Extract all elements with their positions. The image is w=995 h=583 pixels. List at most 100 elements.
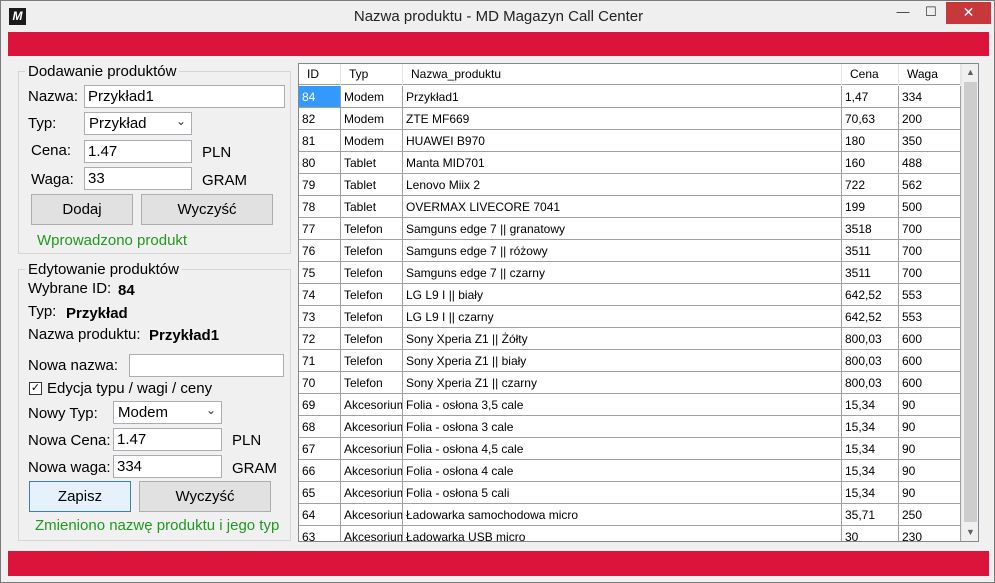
- table-row[interactable]: 75 Telefon Samguns edge 7 || czarny 3511 700: [299, 262, 961, 284]
- table-cell-type[interactable]: Tablet: [341, 196, 403, 218]
- table-row[interactable]: 64 Akcesorium Ładowarka samochodowa micro 3…: [299, 504, 961, 526]
- add-name-input[interactable]: Przykład1: [84, 85, 285, 108]
- table-cell-id[interactable]: 72: [299, 328, 341, 350]
- table-cell-weight[interactable]: 553: [899, 284, 961, 306]
- table-cell-weight[interactable]: 600: [899, 372, 961, 394]
- table-cell-type[interactable]: Akcesorium: [341, 416, 403, 438]
- table-cell-price[interactable]: 35,71: [842, 504, 899, 526]
- table-row[interactable]: 82 Modem ZTE MF669 70,63 200: [299, 108, 961, 130]
- table-cell-type[interactable]: Telefon: [341, 284, 403, 306]
- table-row[interactable]: 66 Akcesorium Folia - osłona 4 cale 15,34 90: [299, 460, 961, 482]
- table-cell-name[interactable]: LG L9 I || czarny: [403, 306, 842, 328]
- new-name-input[interactable]: [129, 354, 284, 377]
- table-cell-name[interactable]: Folia - osłona 3,5 cale: [403, 394, 842, 416]
- table-cell-price[interactable]: 642,52: [842, 284, 899, 306]
- table-cell-name[interactable]: Lenovo Miix 2: [403, 174, 842, 196]
- table-cell-price[interactable]: 1,47: [842, 86, 899, 108]
- table-cell-name[interactable]: Ładowarka USB micro: [403, 526, 842, 541]
- table-row[interactable]: 69 Akcesorium Folia - osłona 3,5 cale 15,34…: [299, 394, 961, 416]
- table-row[interactable]: 79 Tablet Lenovo Miix 2 722 562: [299, 174, 961, 196]
- table-cell-id[interactable]: 73: [299, 306, 341, 328]
- table-row[interactable]: 65 Akcesorium Folia - osłona 5 cali 15,34 90: [299, 482, 961, 504]
- table-cell-type[interactable]: Tablet: [341, 152, 403, 174]
- table-cell-weight[interactable]: 90: [899, 460, 961, 482]
- table-cell-weight[interactable]: 700: [899, 240, 961, 262]
- scroll-down-icon[interactable]: ▼: [962, 524, 978, 541]
- table-row[interactable]: 72 Telefon Sony Xperia Z1 || Żółty 800,03 60…: [299, 328, 961, 350]
- table-cell-name[interactable]: Folia - osłona 4,5 cale: [403, 438, 842, 460]
- table-cell-type[interactable]: Akcesorium: [341, 460, 403, 482]
- table-cell-id[interactable]: 75: [299, 262, 341, 284]
- table-cell-id[interactable]: 69: [299, 394, 341, 416]
- vertical-scrollbar[interactable]: ▲ ▼: [961, 64, 978, 541]
- table-cell-type[interactable]: Akcesorium: [341, 394, 403, 416]
- table-cell-name[interactable]: Samguns edge 7 || różowy: [403, 240, 842, 262]
- table-cell-id[interactable]: 71: [299, 350, 341, 372]
- table-row[interactable]: 67 Akcesorium Folia - osłona 4,5 cale 15,34…: [299, 438, 961, 460]
- table-cell-type[interactable]: Tablet: [341, 174, 403, 196]
- table-cell-type[interactable]: Telefon: [341, 372, 403, 394]
- scroll-up-icon[interactable]: ▲: [962, 64, 978, 81]
- table-cell-type[interactable]: Akcesorium: [341, 482, 403, 504]
- table-cell-price[interactable]: 800,03: [842, 372, 899, 394]
- table-cell-weight[interactable]: 90: [899, 438, 961, 460]
- table-row[interactable]: 80 Tablet Manta MID701 160 488: [299, 152, 961, 174]
- table-cell-price[interactable]: 199: [842, 196, 899, 218]
- column-header-id[interactable]: ID: [299, 64, 341, 85]
- table-cell-price[interactable]: 15,34: [842, 460, 899, 482]
- table-cell-type[interactable]: Telefon: [341, 350, 403, 372]
- table-cell-name[interactable]: Sony Xperia Z1 || czarny: [403, 372, 842, 394]
- table-cell-type[interactable]: Modem: [341, 108, 403, 130]
- table-cell-price[interactable]: 180: [842, 130, 899, 152]
- table-cell-weight[interactable]: 334: [899, 86, 961, 108]
- table-cell-id[interactable]: 76: [299, 240, 341, 262]
- table-cell-name[interactable]: Folia - osłona 3 cale: [403, 416, 842, 438]
- title-bar[interactable]: M Nazwa produktu - MD Magazyn Call Cente…: [1, 1, 994, 32]
- table-cell-name[interactable]: OVERMAX LIVECORE 7041: [403, 196, 842, 218]
- table-cell-weight[interactable]: 600: [899, 350, 961, 372]
- edit-fields-checkbox[interactable]: ✓: [29, 382, 42, 395]
- table-cell-id[interactable]: 78: [299, 196, 341, 218]
- table-cell-name[interactable]: Samguns edge 7 || czarny: [403, 262, 842, 284]
- table-cell-price[interactable]: 3518: [842, 218, 899, 240]
- table-cell-price[interactable]: 722: [842, 174, 899, 196]
- table-cell-price[interactable]: 800,03: [842, 328, 899, 350]
- table-cell-id[interactable]: 68: [299, 416, 341, 438]
- edit-fields-checkbox-label[interactable]: Edycja typu / wagi / ceny: [47, 380, 212, 397]
- table-cell-type[interactable]: Telefon: [341, 328, 403, 350]
- table-cell-name[interactable]: Samguns edge 7 || granatowy: [403, 218, 842, 240]
- table-row[interactable]: 73 Telefon LG L9 I || czarny 642,52 553: [299, 306, 961, 328]
- table-row[interactable]: 81 Modem HUAWEI B970 180 350: [299, 130, 961, 152]
- table-cell-id[interactable]: 74: [299, 284, 341, 306]
- close-button[interactable]: ✕: [946, 2, 991, 24]
- edit-clear-button[interactable]: Wyczyść: [139, 481, 271, 512]
- table-cell-price[interactable]: 800,03: [842, 350, 899, 372]
- new-price-input[interactable]: 1.47: [113, 428, 222, 451]
- table-cell-type[interactable]: Telefon: [341, 240, 403, 262]
- new-type-select[interactable]: Modem ⌄: [113, 401, 222, 424]
- new-weight-input[interactable]: 334: [113, 455, 222, 478]
- table-cell-weight[interactable]: 250: [899, 504, 961, 526]
- add-clear-button[interactable]: Wyczyść: [141, 194, 273, 225]
- table-cell-weight[interactable]: 600: [899, 328, 961, 350]
- table-cell-name[interactable]: Manta MID701: [403, 152, 842, 174]
- table-row[interactable]: 70 Telefon Sony Xperia Z1 || czarny 800,03 6…: [299, 372, 961, 394]
- table-cell-weight[interactable]: 700: [899, 262, 961, 284]
- scrollbar-thumb[interactable]: [964, 82, 977, 522]
- table-cell-price[interactable]: 3511: [842, 240, 899, 262]
- table-cell-price[interactable]: 642,52: [842, 306, 899, 328]
- table-cell-name[interactable]: ZTE MF669: [403, 108, 842, 130]
- save-button[interactable]: Zapisz: [29, 481, 131, 512]
- table-cell-price[interactable]: 30: [842, 526, 899, 541]
- table-cell-weight[interactable]: 500: [899, 196, 961, 218]
- table-cell-weight[interactable]: 350: [899, 130, 961, 152]
- table-cell-price[interactable]: 70,63: [842, 108, 899, 130]
- table-cell-id[interactable]: 82: [299, 108, 341, 130]
- table-cell-price[interactable]: 15,34: [842, 482, 899, 504]
- table-cell-id[interactable]: 77: [299, 218, 341, 240]
- table-cell-name[interactable]: Przykład1: [403, 86, 842, 108]
- table-row[interactable]: 84 Modem Przykład1 1,47 334: [299, 86, 961, 108]
- table-cell-weight[interactable]: 700: [899, 218, 961, 240]
- table-cell-price[interactable]: 160: [842, 152, 899, 174]
- table-cell-weight[interactable]: 90: [899, 416, 961, 438]
